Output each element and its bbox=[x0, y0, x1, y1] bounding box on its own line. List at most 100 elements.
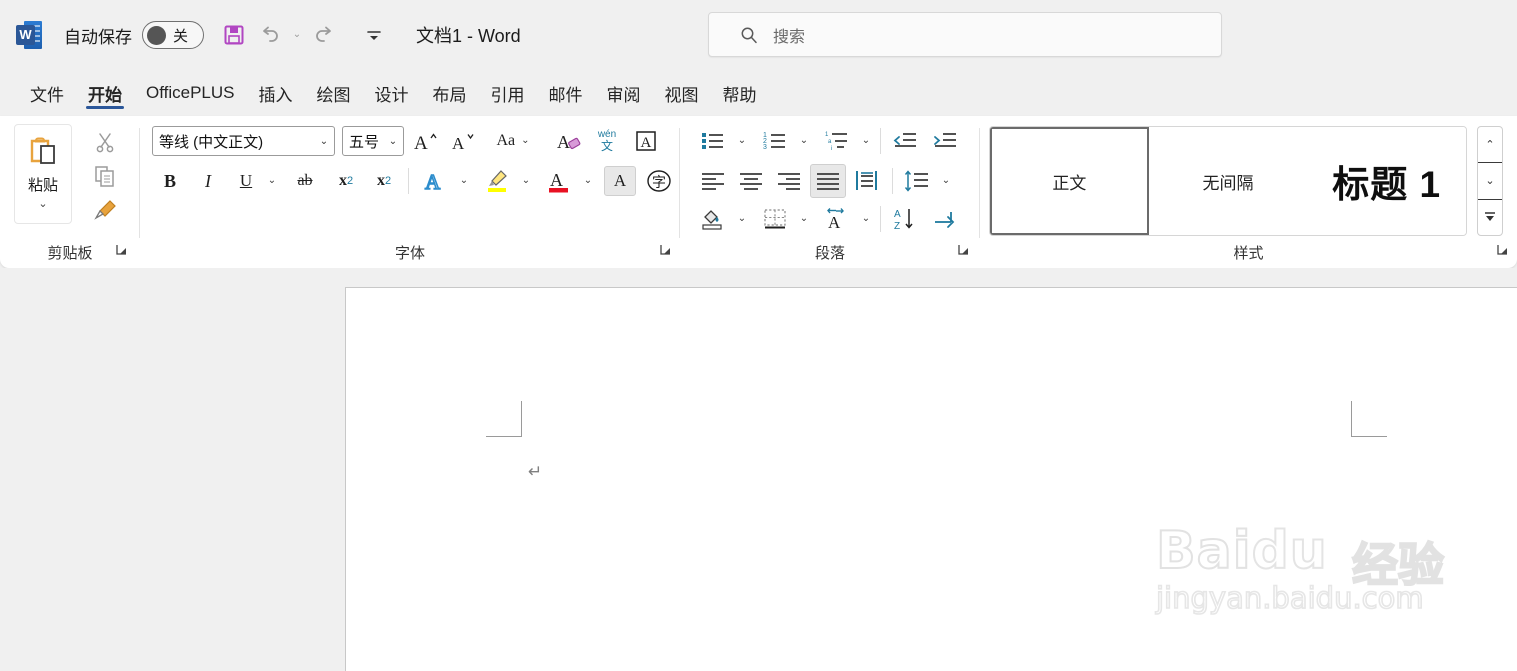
style-item-normal[interactable]: 正文 bbox=[990, 127, 1149, 235]
phonetic-guide-button[interactable]: wén 文 bbox=[590, 122, 624, 160]
change-case-button[interactable]: Aa ⌄ bbox=[490, 126, 536, 156]
numbered-list-icon[interactable]: 1 2 3 bbox=[758, 126, 792, 156]
tab-officeplus[interactable]: OfficePLUS bbox=[134, 70, 247, 116]
paste-chevron-icon[interactable]: ⌄ bbox=[38, 197, 47, 210]
character-shading-icon[interactable]: A bbox=[604, 166, 636, 196]
tab-mailings[interactable]: 邮件 bbox=[537, 70, 595, 116]
text-highlight-icon[interactable] bbox=[480, 166, 514, 196]
line-spacing-chevron-down-icon[interactable]: ⌄ bbox=[936, 166, 956, 196]
decrease-indent-icon[interactable] bbox=[888, 126, 922, 156]
italic-button[interactable]: I bbox=[192, 166, 224, 196]
align-right-icon[interactable] bbox=[772, 166, 806, 196]
copy-icon[interactable] bbox=[88, 161, 122, 191]
save-icon[interactable] bbox=[216, 18, 252, 52]
styles-scroll-down-button[interactable]: ⌄ bbox=[1478, 162, 1502, 200]
font-size-combo[interactable]: 五号 ⌄ bbox=[342, 126, 404, 156]
font-color-chevron-down-icon[interactable]: ⌄ bbox=[578, 166, 598, 196]
tab-design[interactable]: 设计 bbox=[363, 70, 421, 116]
multilevel-list-icon[interactable]: 1 a i bbox=[820, 126, 854, 156]
styles-scroll-up-button[interactable]: ⌃ bbox=[1478, 127, 1502, 162]
font-name-chevron-down-icon[interactable]: ⌄ bbox=[314, 136, 334, 147]
document-page[interactable]: ↵ Baidu jingyan.baidu.com 经验 bbox=[345, 287, 1517, 671]
font-color-icon[interactable]: A bbox=[542, 166, 576, 196]
align-center-icon[interactable] bbox=[734, 166, 768, 196]
document-title: 文档1 - Word bbox=[416, 26, 521, 46]
styles-dialog-launcher-icon[interactable] bbox=[1495, 242, 1513, 260]
font-name-combo[interactable]: 等线 (中文正文) ⌄ bbox=[152, 126, 335, 156]
change-case-chevron-down-icon[interactable]: ⌄ bbox=[521, 136, 529, 146]
qat-customize-icon[interactable] bbox=[356, 18, 392, 52]
phonetic-guide-bottom-label: 文 bbox=[600, 139, 613, 153]
font-name-value: 等线 (中文正文) bbox=[159, 133, 264, 151]
bold-button[interactable]: B bbox=[154, 166, 186, 196]
underline-button[interactable]: U bbox=[230, 166, 262, 196]
tab-draw[interactable]: 绘图 bbox=[305, 70, 363, 116]
line-spacing-icon[interactable] bbox=[900, 166, 934, 196]
shrink-font-button[interactable]: A bbox=[448, 126, 480, 156]
baidu-watermark: Baidu jingyan.baidu.com 经验 bbox=[1155, 522, 1456, 653]
distribute-text-icon[interactable] bbox=[850, 166, 884, 196]
adjust-list-chevron-down-icon[interactable]: ⌄ bbox=[856, 204, 876, 234]
superscript-button[interactable]: x2 bbox=[368, 166, 400, 196]
redo-icon[interactable] bbox=[306, 18, 342, 52]
tab-review[interactable]: 审阅 bbox=[595, 70, 653, 116]
strikethrough-icon[interactable]: ab bbox=[288, 166, 322, 196]
bullet-list-chevron-down-icon[interactable]: ⌄ bbox=[732, 126, 752, 156]
font-size-value: 五号 bbox=[349, 133, 380, 151]
font-dialog-launcher-icon[interactable] bbox=[658, 242, 676, 260]
text-effects-icon[interactable]: A bbox=[418, 166, 452, 196]
subscript-label: x bbox=[338, 172, 347, 189]
style-item-no-spacing[interactable]: 无间隔 bbox=[1148, 127, 1308, 235]
tab-references[interactable]: 引用 bbox=[479, 70, 537, 116]
character-border-icon[interactable]: A bbox=[630, 126, 662, 156]
paste-button[interactable]: 粘贴 ⌄ bbox=[14, 124, 72, 224]
tab-insert[interactable]: 插入 bbox=[247, 70, 305, 116]
italic-label: I bbox=[205, 170, 211, 191]
undo-icon[interactable] bbox=[252, 18, 288, 52]
justify-icon[interactable] bbox=[810, 164, 846, 198]
sort-icon[interactable]: A Z bbox=[888, 204, 922, 234]
paragraph-divider-2 bbox=[892, 168, 893, 194]
grow-font-button[interactable]: A bbox=[410, 126, 442, 156]
autosave-toggle-knob bbox=[147, 25, 166, 45]
clipboard-dialog-launcher-icon[interactable] bbox=[114, 242, 132, 260]
enclose-character-icon[interactable]: 字 bbox=[642, 166, 676, 196]
text-highlight-chevron-down-icon[interactable]: ⌄ bbox=[516, 166, 536, 196]
svg-text:a: a bbox=[828, 139, 832, 145]
borders-chevron-down-icon[interactable]: ⌄ bbox=[794, 204, 814, 234]
autosave-toggle[interactable]: 关 bbox=[142, 21, 204, 49]
tab-home[interactable]: 开始 bbox=[76, 70, 134, 116]
tab-layout[interactable]: 布局 bbox=[421, 70, 479, 116]
style-item-heading1[interactable]: 标题 1 bbox=[1307, 127, 1466, 235]
borders-icon[interactable] bbox=[758, 204, 792, 234]
superscript-sup-label: 2 bbox=[384, 175, 392, 187]
document-area[interactable]: ↵ Baidu jingyan.baidu.com 经验 7号游戏网 - 7HA… bbox=[0, 268, 1517, 671]
underline-chevron-down-icon[interactable]: ⌄ bbox=[262, 166, 282, 196]
show-formatting-marks-icon[interactable] bbox=[928, 204, 962, 234]
tab-file[interactable]: 文件 bbox=[18, 70, 76, 116]
tab-help[interactable]: 帮助 bbox=[711, 70, 769, 116]
paragraph-dialog-launcher-icon[interactable] bbox=[956, 242, 974, 260]
shading-icon[interactable] bbox=[696, 204, 730, 234]
font-size-chevron-down-icon[interactable]: ⌄ bbox=[383, 136, 403, 147]
increase-indent-icon[interactable] bbox=[928, 126, 962, 156]
styles-more-button[interactable] bbox=[1478, 200, 1502, 235]
shading-chevron-down-icon[interactable]: ⌄ bbox=[732, 204, 752, 234]
align-left-icon[interactable] bbox=[696, 166, 730, 196]
svg-text:A: A bbox=[641, 135, 652, 151]
subscript-button[interactable]: x2 bbox=[330, 166, 362, 196]
svg-text:A: A bbox=[425, 170, 441, 194]
multilevel-list-chevron-down-icon[interactable]: ⌄ bbox=[856, 126, 876, 156]
underline-label: U bbox=[239, 171, 253, 190]
format-painter-icon[interactable] bbox=[88, 195, 122, 225]
search-box[interactable]: 搜索 bbox=[708, 12, 1222, 57]
undo-dropdown-chevron-icon[interactable]: ⌄ bbox=[288, 18, 306, 52]
cut-scissors-icon[interactable] bbox=[88, 127, 122, 157]
numbered-list-chevron-down-icon[interactable]: ⌄ bbox=[794, 126, 814, 156]
tab-view[interactable]: 视图 bbox=[653, 70, 711, 116]
bullet-list-icon[interactable] bbox=[696, 126, 730, 156]
svg-text:3: 3 bbox=[763, 144, 767, 151]
clear-formatting-icon[interactable]: A bbox=[552, 126, 586, 156]
text-effects-chevron-down-icon[interactable]: ⌄ bbox=[454, 166, 474, 196]
adjust-list-indents-icon[interactable]: A bbox=[820, 204, 854, 234]
